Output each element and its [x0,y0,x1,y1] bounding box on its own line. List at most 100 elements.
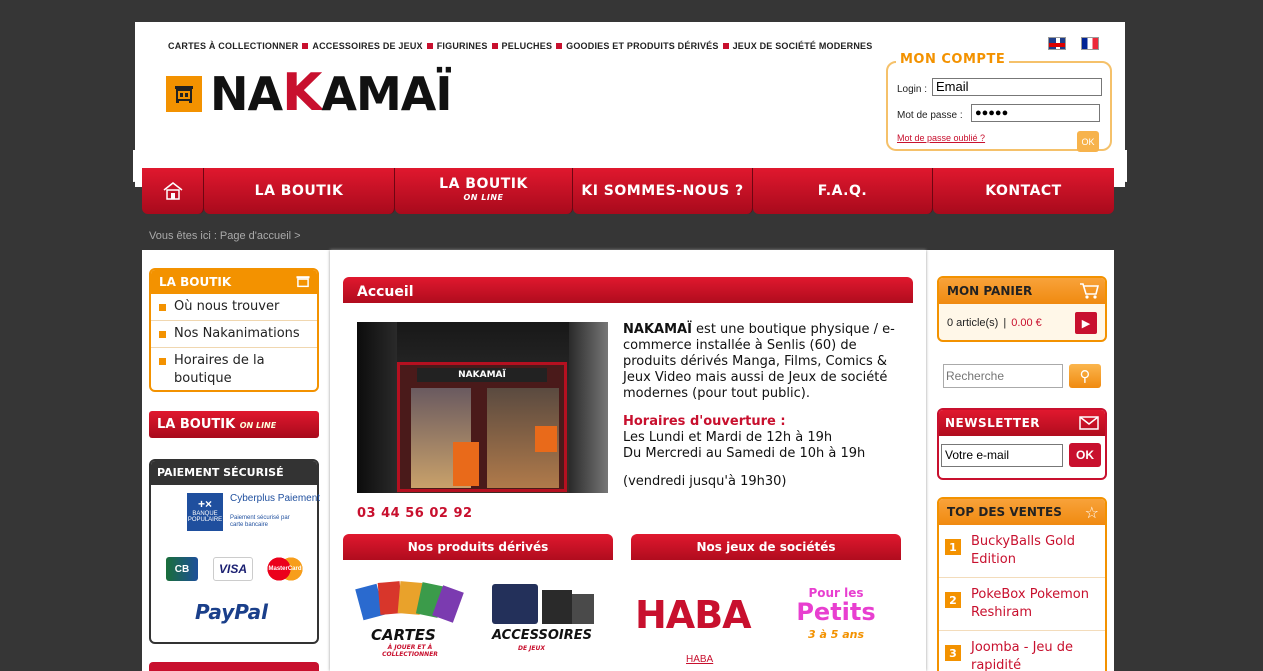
pour-les-petits-logo[interactable]: Pour les Petits 3 à 5 ans [790,586,882,641]
cards-product[interactable]: CARTES À JOUER ET À COLLECTIONNER [355,580,465,670]
left-link-label: Où nous trouver [174,299,280,314]
bp-plus-icon: +× [197,497,212,511]
hours-line: Du Mercredi au Samedi de 10h à 19h [623,446,866,461]
cart-icon [1080,283,1099,299]
boutik-online-banner[interactable]: LA BOUTIK ON LINE [149,411,319,438]
page-title: Accueil [343,277,913,303]
product-name: BuckyBalls Gold Edition [971,534,1075,567]
mastercard-icon: MasterCard [265,557,305,581]
nav-faq[interactable]: F.A.Q. [753,168,933,214]
display-box [535,426,557,452]
top-sales-item[interactable]: 3 Joomba - Jeu de rapidité [939,631,1105,671]
nav-kontact[interactable]: KONTACT [933,168,1114,214]
display-box [453,442,479,486]
left-link-label: Horaires de la boutique [174,353,265,386]
cards-label: CARTES [371,626,436,644]
mall-wall [569,322,608,493]
shop-icon [296,276,310,288]
haba-logo[interactable]: HABA [635,593,752,637]
description-text: NAKAMAÏ est une boutique physique / e-co… [623,322,913,402]
top-sales-header: TOP DES VENTES ☆ [939,499,1105,525]
sleeve-thumb [572,594,594,624]
newsletter-ok-button[interactable]: OK [1069,443,1101,467]
banque-label: BANQUE POPULAIRE [187,511,223,523]
nav-la-boutik[interactable]: LA BOUTIK [204,168,395,214]
cards-sublabel: À JOUER ET À COLLECTIONNER [382,644,438,658]
boutik-box: LA BOUTIK Où nous trouver Nos Nakanimati… [149,268,319,392]
rank-badge: 1 [945,539,961,555]
nav-ki-sommes-nous[interactable]: KI SOMMES-NOUS ? [573,168,753,214]
top-sales-title: TOP DES VENTES [947,505,1062,519]
binder-thumb [492,584,538,624]
rank-badge: 2 [945,592,961,608]
logo-shop-icon [166,75,202,112]
password-field[interactable]: ●●●●● [971,104,1100,122]
breadcrumb: Vous êtes ici : Page d'accueil > [149,230,301,242]
shop-photo: NAKAMAÏ [357,322,608,493]
haba-link[interactable]: HABA [686,654,713,665]
forgot-password-link[interactable]: Mot de passe oublié ? [897,133,985,143]
topcat-link[interactable]: PELUCHES [502,41,553,51]
star-icon: ☆ [1084,502,1099,522]
cart-title: MON PANIER [947,284,1033,298]
accessories-label: ACCESSOIRES [492,628,593,643]
newsletter-email-field[interactable]: Votre e-mail [941,444,1063,467]
separator-square [302,43,309,50]
left-bottom-box [149,662,319,671]
phone-number: 03 44 56 02 92 [357,506,473,521]
left-link-horaires[interactable]: Horaires de la boutique [151,348,317,390]
top-categories: CARTES À COLLECTIONNER ACCESSOIRES DE JEU… [168,41,872,51]
cyberplus-label: Cyberplus Paiement [230,493,321,504]
mall-pillar [357,322,397,493]
topcat-link[interactable]: CARTES À COLLECTIONNER [168,41,298,51]
separator-square [491,43,498,50]
topcat-link[interactable]: JEUX DE SOCIÉTÉ MODERNES [733,41,873,51]
flag-english-icon[interactable] [1048,37,1066,50]
bullet-square [159,304,166,311]
top-sales-item[interactable]: 1 BuckyBalls Gold Edition [939,525,1105,578]
left-link-where[interactable]: Où nous trouver [151,294,317,321]
topcat-link[interactable]: FIGURINES [437,41,488,51]
hours-line: Les Lundi et Mardi de 12h à 19h [623,430,833,445]
petits-line2: Petits [796,598,876,626]
search-icon: ⚲ [1079,367,1091,385]
login-field[interactable]: Email [932,78,1102,96]
logo[interactable]: NAKAMAÏ [166,63,453,123]
left-link-label: Nos Nakanimations [174,326,300,341]
cart-box: MON PANIER 0 article(s) | 0.00 € ▶ [937,276,1107,342]
logo-wordmark: NAKAMAÏ [210,63,453,123]
home-icon [163,182,182,200]
boutik-online-title: LA BOUTIK [157,417,236,432]
nav-boutik-online-label: LA BOUTIK [439,176,528,192]
hours-line: (vendredi jusqu'à 19h30) [623,474,787,489]
rank-badge: 3 [945,645,961,661]
topcat-link[interactable]: ACCESSOIRES DE JEUX [312,41,422,51]
newsletter-title: NEWSLETTER [945,416,1041,430]
newsletter-header: NEWSLETTER [939,410,1105,436]
search-button[interactable]: ⚲ [1069,364,1101,388]
deckbox-thumb [542,590,572,624]
separator-square [722,43,729,50]
search-input[interactable] [943,364,1063,388]
product-name: PokeBox Pokemon Reshiram [971,587,1089,620]
product-name: Joomba - Jeu de rapidité [971,640,1074,671]
visa-card-icon: VISA [213,557,253,581]
mail-icon [1079,416,1099,430]
topcat-link[interactable]: GOODIES ET PRODUITS DÉRIVÉS [566,41,718,51]
cb-card-icon: CB [166,557,198,581]
nav-boutik-online[interactable]: LA BOUTIK ON LINE [395,168,573,214]
left-link-nakanimations[interactable]: Nos Nakanimations [151,321,317,348]
brand-name: NAKAMAÏ [623,322,692,337]
nav-home[interactable] [142,168,204,214]
cart-go-button[interactable]: ▶ [1075,312,1097,334]
cart-separator: | [1003,317,1007,329]
accessories-product[interactable]: ACCESSOIRES DE JEUX [488,580,598,670]
hours-title: Horaires d'ouverture : [623,414,786,429]
flag-french-icon[interactable] [1081,37,1099,50]
cart-total: 0.00 € [1011,317,1042,329]
top-sales-item[interactable]: 2 PokeBox Pokemon Reshiram [939,578,1105,631]
separator-square [426,43,433,50]
login-ok-button[interactable]: OK [1077,131,1099,152]
login-label: Login : [897,84,928,95]
bullet-square [159,358,166,365]
